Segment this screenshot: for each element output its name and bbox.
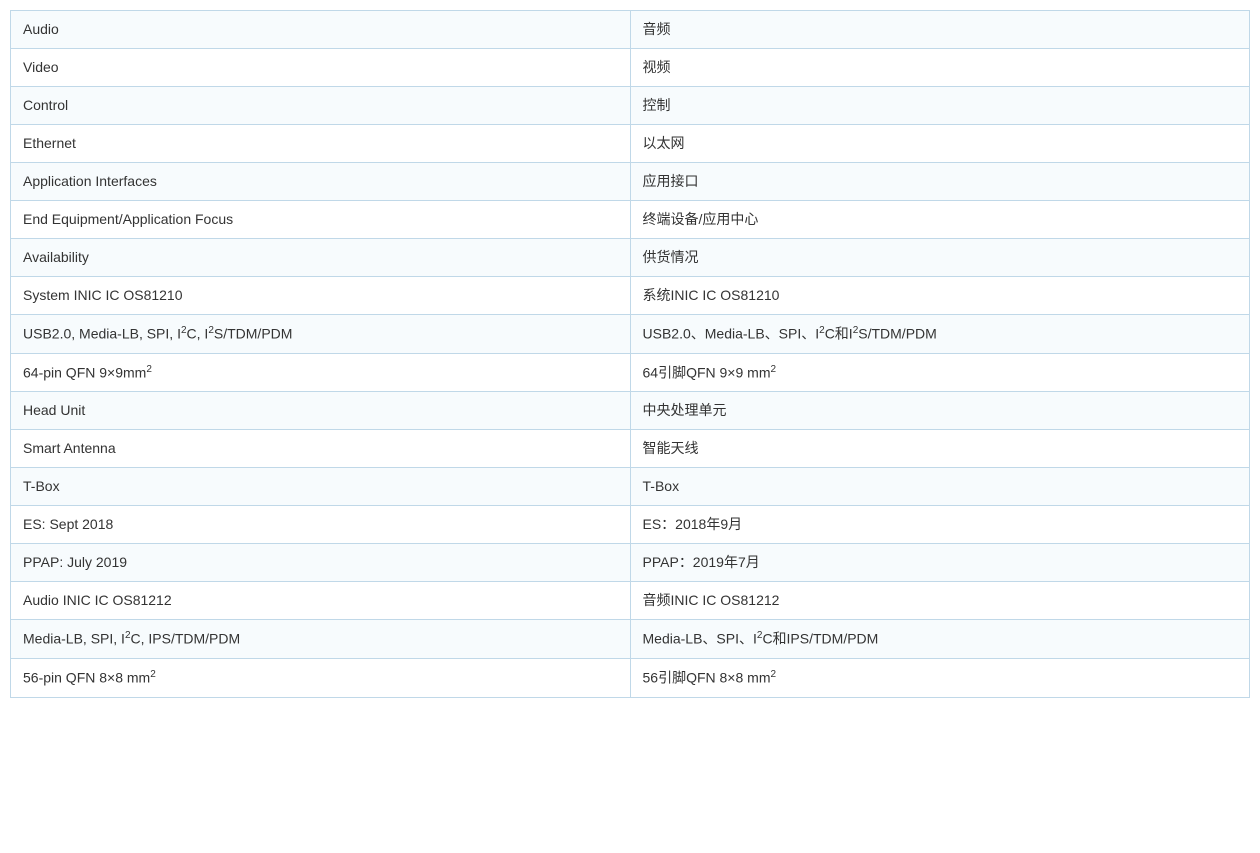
table-row: Control控制 (11, 87, 1250, 125)
col2-cell: ES：2018年9月 (630, 506, 1250, 544)
table-row: System INIC IC OS81210系统INIC IC OS81210 (11, 277, 1250, 315)
col2-cell: PPAP：2019年7月 (630, 544, 1250, 582)
col1-cell: PPAP: July 2019 (11, 544, 631, 582)
col2-cell: 56引脚QFN 8×8 mm2 (630, 658, 1250, 697)
col2-cell: Media-LB、SPI、I2C和IPS/TDM/PDM (630, 620, 1250, 659)
col1-cell: Media-LB, SPI, I2C, IPS/TDM/PDM (11, 620, 631, 659)
col1-cell: Application Interfaces (11, 163, 631, 201)
col1-cell: 56-pin QFN 8×8 mm2 (11, 658, 631, 697)
col2-cell: 控制 (630, 87, 1250, 125)
col2-cell: 智能天线 (630, 430, 1250, 468)
col1-cell: System INIC IC OS81210 (11, 277, 631, 315)
col1-cell: 64-pin QFN 9×9mm2 (11, 353, 631, 392)
table-row: T-BoxT-Box (11, 468, 1250, 506)
col2-cell: 音频INIC IC OS81212 (630, 582, 1250, 620)
table-row: Head Unit中央处理单元 (11, 392, 1250, 430)
table-row: Audio INIC IC OS81212音频INIC IC OS81212 (11, 582, 1250, 620)
table-row: End Equipment/Application Focus终端设备/应用中心 (11, 201, 1250, 239)
table-row: USB2.0, Media-LB, SPI, I2C, I2S/TDM/PDMU… (11, 315, 1250, 354)
table-row: Audio音频 (11, 11, 1250, 49)
col1-cell: End Equipment/Application Focus (11, 201, 631, 239)
col2-cell: 视频 (630, 49, 1250, 87)
table-row: PPAP: July 2019PPAP：2019年7月 (11, 544, 1250, 582)
table-row: Application Interfaces应用接口 (11, 163, 1250, 201)
col1-cell: Availability (11, 239, 631, 277)
col2-cell: 64引脚QFN 9×9 mm2 (630, 353, 1250, 392)
col2-cell: USB2.0、Media-LB、SPI、I2C和I2S/TDM/PDM (630, 315, 1250, 354)
col1-cell: Audio INIC IC OS81212 (11, 582, 631, 620)
col1-cell: Smart Antenna (11, 430, 631, 468)
col2-cell: 供货情况 (630, 239, 1250, 277)
table-row: 64-pin QFN 9×9mm264引脚QFN 9×9 mm2 (11, 353, 1250, 392)
data-table: Audio音频Video视频Control控制Ethernet以太网Applic… (10, 10, 1250, 698)
table-row: ES: Sept 2018ES：2018年9月 (11, 506, 1250, 544)
table-row: Smart Antenna智能天线 (11, 430, 1250, 468)
col1-cell: Head Unit (11, 392, 631, 430)
col2-cell: 终端设备/应用中心 (630, 201, 1250, 239)
main-table-container: Audio音频Video视频Control控制Ethernet以太网Applic… (10, 10, 1250, 698)
col2-cell: 系统INIC IC OS81210 (630, 277, 1250, 315)
col2-cell: 中央处理单元 (630, 392, 1250, 430)
col1-cell: T-Box (11, 468, 631, 506)
table-row: 56-pin QFN 8×8 mm256引脚QFN 8×8 mm2 (11, 658, 1250, 697)
col1-cell: Control (11, 87, 631, 125)
col1-cell: ES: Sept 2018 (11, 506, 631, 544)
table-row: Availability供货情况 (11, 239, 1250, 277)
col1-cell: USB2.0, Media-LB, SPI, I2C, I2S/TDM/PDM (11, 315, 631, 354)
col1-cell: Audio (11, 11, 631, 49)
col1-cell: Ethernet (11, 125, 631, 163)
col2-cell: T-Box (630, 468, 1250, 506)
table-row: Video视频 (11, 49, 1250, 87)
col2-cell: 应用接口 (630, 163, 1250, 201)
col2-cell: 以太网 (630, 125, 1250, 163)
table-row: Media-LB, SPI, I2C, IPS/TDM/PDMMedia-LB、… (11, 620, 1250, 659)
col2-cell: 音频 (630, 11, 1250, 49)
col1-cell: Video (11, 49, 631, 87)
table-row: Ethernet以太网 (11, 125, 1250, 163)
